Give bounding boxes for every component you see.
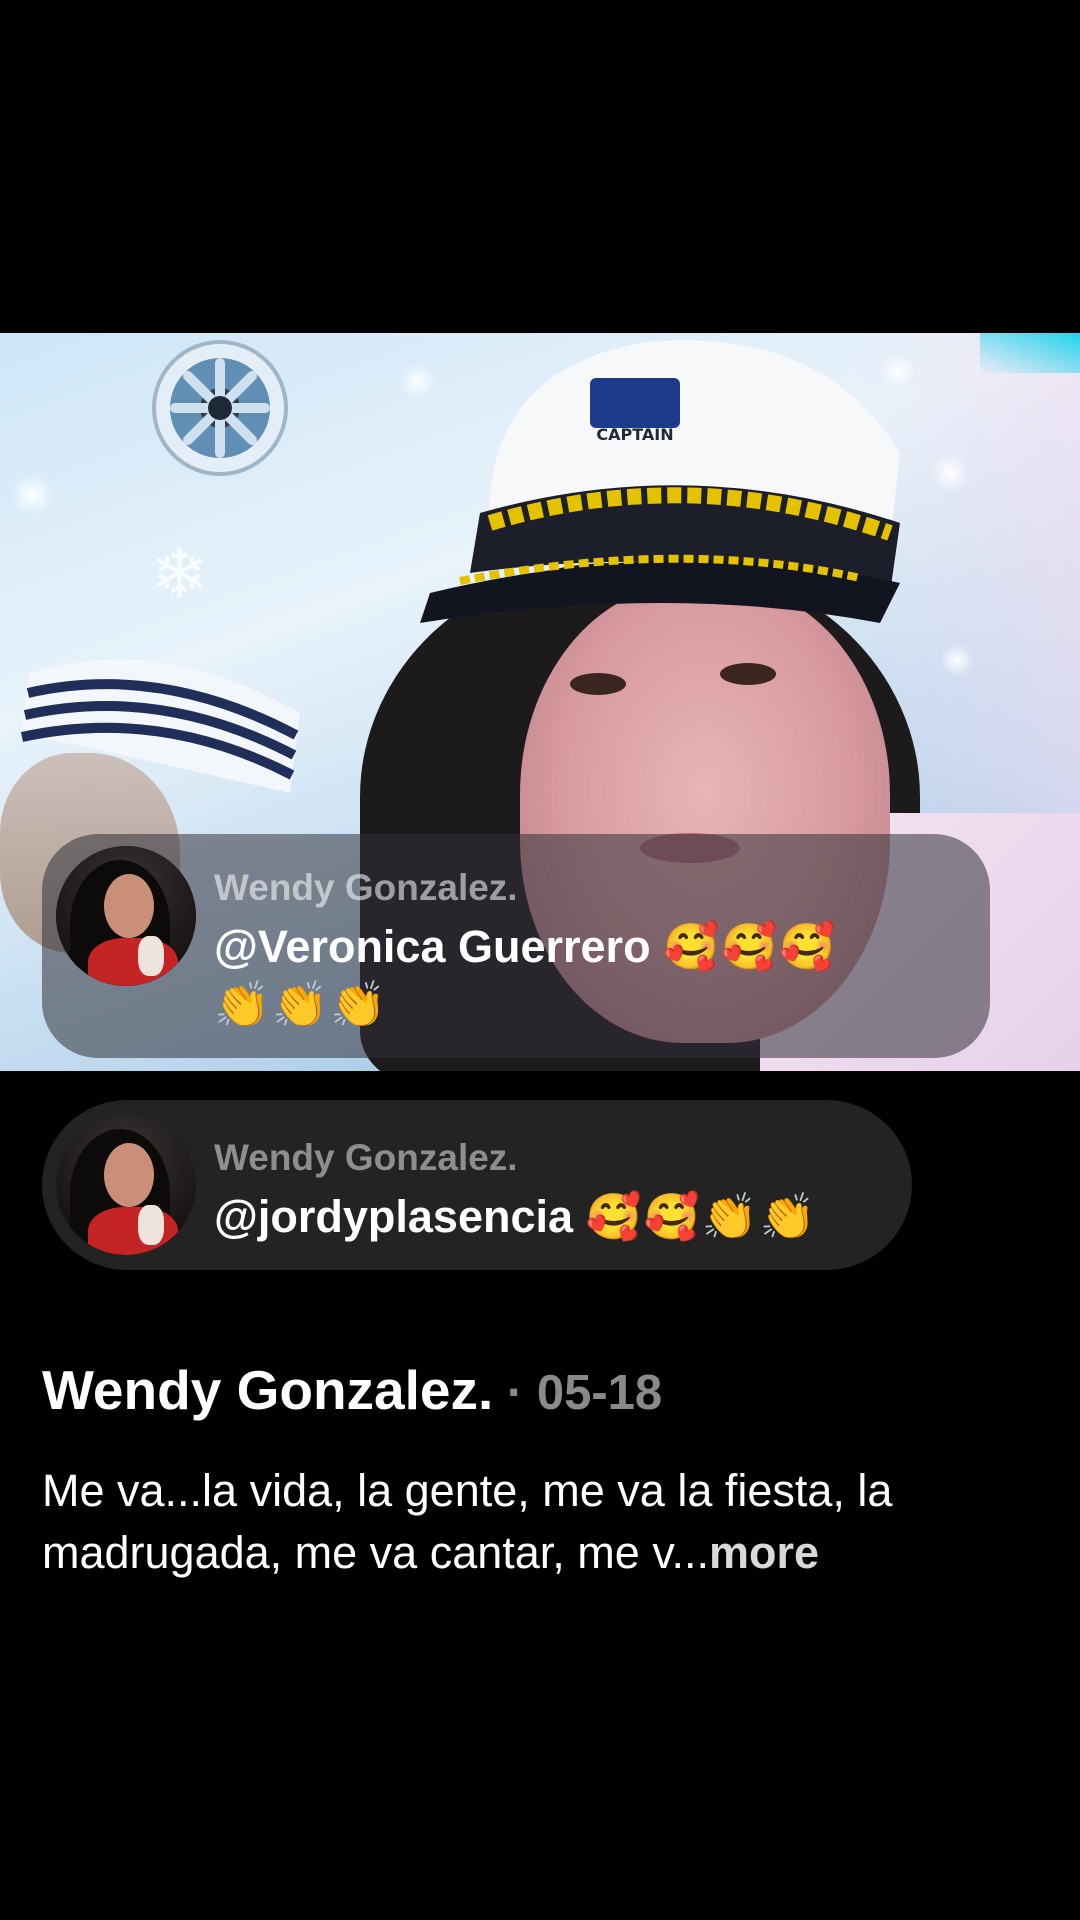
bokeh-light [940, 643, 974, 677]
comment-content: Wendy Gonzalez. @Veronica Guerrero 🥰🥰🥰 👏… [214, 866, 914, 1034]
eye [570, 673, 626, 695]
ship-wheel-icon [152, 340, 288, 476]
comment-bubble[interactable]: Wendy Gonzalez. @jordyplasencia 🥰🥰👏👏 [42, 1100, 912, 1270]
comment-mention[interactable]: @jordyplasencia [214, 1191, 573, 1242]
more-button[interactable]: more [709, 1527, 819, 1578]
avatar-face [104, 874, 154, 938]
captain-hat: CAPTAIN [420, 340, 900, 623]
avatar-shirt [88, 938, 178, 986]
bokeh-light [930, 453, 970, 493]
eye [720, 663, 776, 685]
avatar-shirt [88, 1207, 178, 1255]
avatar-hand [138, 936, 164, 976]
sailor-hat [20, 659, 300, 793]
post-author[interactable]: Wendy Gonzalez. [42, 1359, 493, 1421]
avatar-hand [138, 1205, 164, 1245]
post-header: Wendy Gonzalez. · 05-18 [42, 1358, 662, 1422]
comment-text: @jordyplasencia 🥰🥰👏👏 [214, 1188, 818, 1246]
post-description[interactable]: Me va...la vida, la gente, me va la fies… [42, 1460, 1032, 1584]
comment-emojis: 🥰🥰👏👏 [585, 1190, 818, 1243]
avatar[interactable] [56, 846, 196, 986]
avatar-face [104, 1143, 154, 1207]
post-date: 05-18 [536, 1366, 663, 1420]
post-separator: · [493, 1366, 537, 1420]
comment-emojis: 🥰🥰🥰 [663, 920, 838, 973]
comment-author[interactable]: Wendy Gonzalez. [214, 866, 914, 910]
comment-bubble[interactable]: Wendy Gonzalez. @Veronica Guerrero 🥰🥰🥰 👏… [42, 834, 990, 1058]
video-corner-accent [980, 333, 1080, 373]
comment-mention[interactable]: @Veronica Guerrero [214, 921, 651, 972]
comment-content: Wendy Gonzalez. @jordyplasencia 🥰🥰👏👏 [214, 1136, 818, 1246]
hat-label: CAPTAIN [596, 425, 673, 444]
comment-author[interactable]: Wendy Gonzalez. [214, 1136, 818, 1180]
comment-text: @Veronica Guerrero 🥰🥰🥰 👏👏👏 [214, 918, 914, 1034]
avatar[interactable] [56, 1115, 196, 1255]
snowflake-icon: ❄ [150, 533, 209, 615]
bokeh-light [10, 473, 54, 517]
comment-emojis: 👏👏👏 [214, 978, 389, 1031]
